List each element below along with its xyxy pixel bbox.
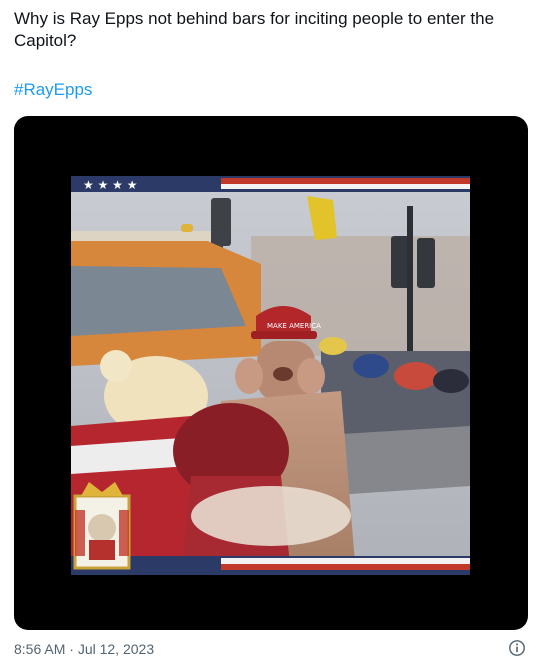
footer-separator: · [69,641,74,657]
hashtag-link[interactable]: #RayEpps [14,79,92,101]
hat-text: MAKE AMERICA [267,322,321,330]
tweet-time[interactable]: 8:56 AM [14,641,65,657]
tweet-text: Why is Ray Epps not behind bars for inci… [14,9,495,50]
info-circle-icon[interactable] [508,639,526,657]
video-frame[interactable]: ★ ★ ★ ★ MAKE AMERICA [71,176,470,575]
svg-text:★ ★ ★ ★: ★ ★ ★ ★ [83,178,137,192]
tweet-footer: 8:56 AM · Jul 12, 2023 [14,640,154,658]
tweet-date[interactable]: Jul 12, 2023 [78,641,154,657]
media-player[interactable]: ★ ★ ★ ★ MAKE AMERICA [14,116,528,630]
